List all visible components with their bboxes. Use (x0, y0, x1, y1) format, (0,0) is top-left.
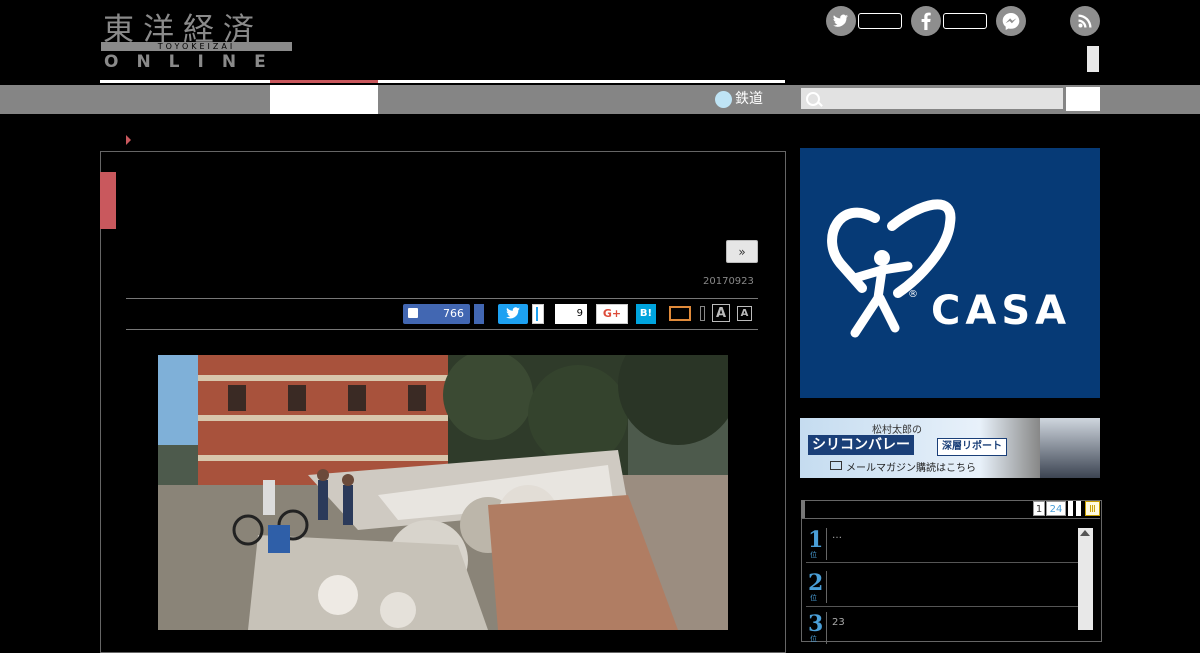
scroll-up-arrow-icon[interactable] (1080, 530, 1090, 536)
silicon-valley-newsletter-ad[interactable]: 松村太郎の シリコンバレー 深層リポート メールマガジン購読はこちら (800, 418, 1100, 478)
next-page-button[interactable]: » (726, 240, 758, 263)
ranking-panel (801, 500, 1102, 642)
facebook-like-count: 766 (443, 307, 464, 320)
font-size-large-button[interactable]: A (712, 304, 730, 322)
ranking-tab-5[interactable]: Ⅲ (1085, 501, 1100, 516)
mail-icon[interactable] (669, 306, 691, 321)
ranking-header-marker (801, 500, 805, 518)
silicon-ad-badge: 深層リポート (937, 438, 1007, 456)
facebook-like-button[interactable]: 766 (403, 304, 470, 324)
nav-active-indicator (270, 80, 378, 83)
header-small-button[interactable] (1087, 46, 1099, 72)
ranking-header-divider (801, 518, 1100, 519)
twitter-share-button[interactable] (498, 304, 528, 324)
pocket-share-count[interactable]: 9 (555, 304, 587, 324)
facebook-like-count-header (943, 13, 987, 29)
rank-separator-3 (826, 612, 827, 644)
facebook-share-button[interactable] (474, 304, 484, 324)
rank-separator-2 (826, 571, 827, 603)
share-divider-top (126, 298, 758, 299)
ranking-tab-24[interactable]: 24 (1046, 501, 1066, 516)
nav-top-rule (100, 80, 785, 83)
ranking-tab-1[interactable]: 1 (1033, 501, 1045, 516)
silicon-ad-author: 松村太郎の (872, 425, 922, 436)
rank-title-3[interactable]: 23 (832, 617, 845, 628)
messenger-icon[interactable] (996, 6, 1026, 36)
article-photo (158, 355, 728, 630)
mail-envelope-icon (830, 461, 842, 470)
google-plus-share-button[interactable]: G+ (596, 304, 628, 324)
article-date: 20170923 (703, 276, 754, 287)
nav-tab-active[interactable] (270, 85, 378, 114)
ranking-tab-4[interactable] (1076, 501, 1081, 516)
hatena-bookmark-button[interactable]: B! (636, 304, 656, 324)
casa-logo-text: CASA (931, 288, 1072, 334)
search-button[interactable] (1066, 87, 1100, 111)
twitter-share-count (532, 304, 544, 324)
rank-row-divider-1 (806, 562, 1078, 563)
rank-separator-1 (826, 528, 827, 560)
twitter-icon[interactable] (826, 6, 856, 36)
share-divider-bottom (126, 329, 758, 330)
rank-row-divider-2 (806, 606, 1078, 607)
author-photo (1040, 418, 1100, 478)
share-separator (700, 306, 705, 321)
silicon-ad-cta: メールマガジン購読はこちら (846, 463, 976, 474)
train-icon (715, 90, 732, 108)
nav-item-rail[interactable]: 鉄道 (715, 85, 763, 113)
rank-suffix-1: 位 (810, 551, 817, 559)
twitter-follow-count (858, 13, 902, 29)
ranking-tab-3[interactable] (1068, 501, 1073, 516)
logo-romaji: TOYOKEIZAI (101, 42, 292, 51)
article-category-marker (100, 172, 116, 229)
logo-online[interactable]: ONLINE (104, 52, 284, 72)
font-size-small-button[interactable]: A (737, 306, 752, 321)
casa-ad-banner[interactable]: ® CASA (800, 148, 1100, 398)
thumbs-up-icon (408, 308, 418, 318)
twitter-count-marker (536, 307, 538, 321)
silicon-ad-title: シリコンバレー (808, 435, 914, 455)
search-input[interactable] (801, 88, 1063, 109)
ranking-scrollbar[interactable] (1078, 528, 1093, 630)
rss-icon[interactable] (1070, 6, 1100, 36)
nav-item-rail-label: 鉄道 (735, 91, 763, 107)
rank-suffix-3: 位 (810, 635, 817, 643)
breadcrumb-arrow-icon (126, 135, 131, 145)
rank-title-1[interactable]: … (832, 530, 842, 541)
casa-registered-mark: ® (908, 289, 918, 300)
rank-suffix-2: 位 (810, 594, 817, 602)
facebook-icon[interactable] (911, 6, 941, 36)
